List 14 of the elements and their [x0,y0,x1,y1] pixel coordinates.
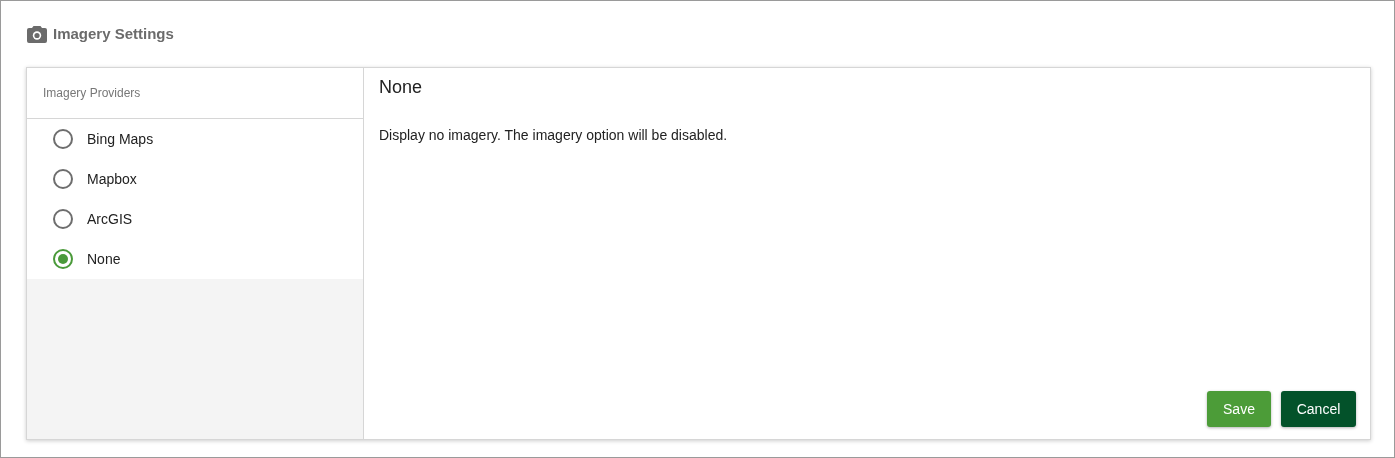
radio-label[interactable]: Mapbox [87,168,137,190]
radio-label[interactable]: Bing Maps [87,128,154,150]
radio-label[interactable]: ArcGIS [87,208,133,230]
radio-button[interactable] [53,249,73,269]
camera-icon [27,25,47,43]
radio-label[interactable]: None [87,248,121,270]
sidebar-heading: Imagery Providers [43,85,141,102]
radio-button[interactable] [53,129,73,149]
detail-title: None [379,76,424,99]
cancel-button[interactable]: Cancel [1281,391,1356,427]
radio-button[interactable] [53,169,73,189]
radio-button[interactable] [53,209,73,229]
detail-description: Display no imagery. The imagery option will be disabled. [379,126,729,145]
page-title: Imagery Settings [53,23,174,44]
